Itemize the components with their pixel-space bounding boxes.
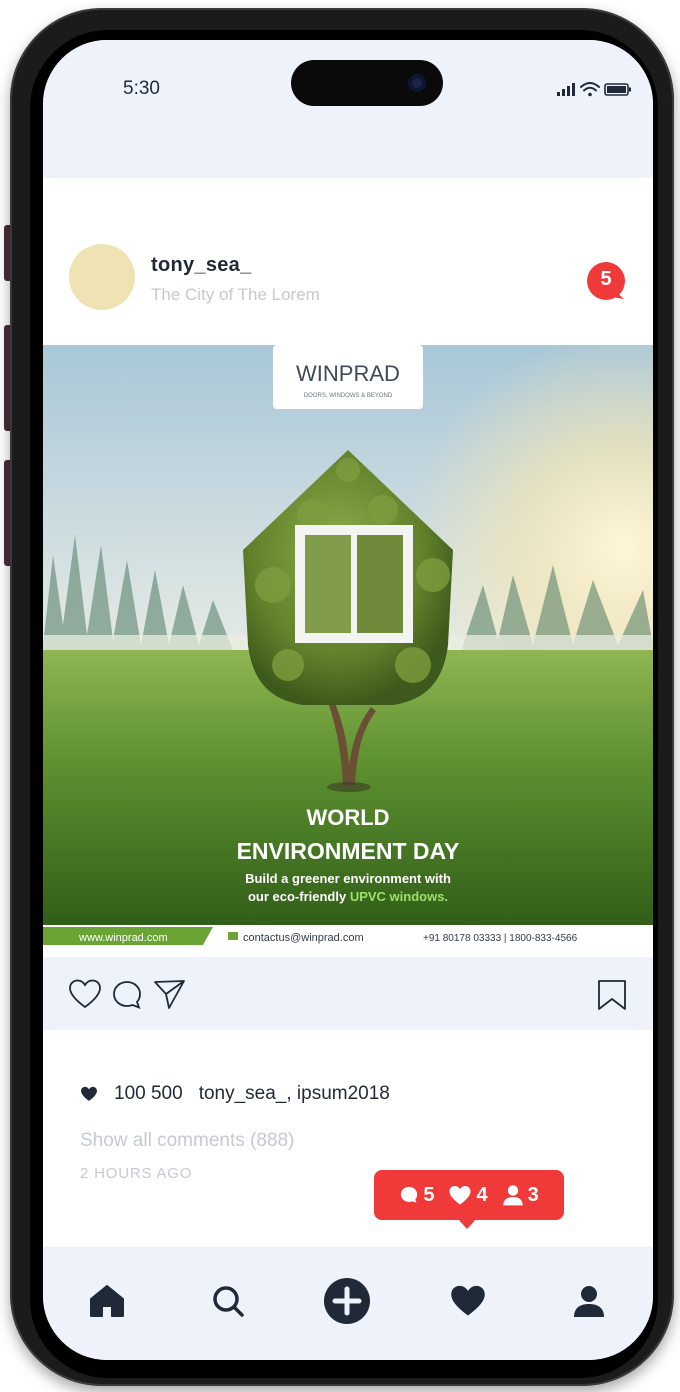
window-graphic <box>295 525 413 643</box>
status-bar: 5:30 <box>43 40 653 180</box>
heart-icon <box>449 1185 471 1205</box>
likes-row: 100 500 tony_sea_, ipsum2018 <box>80 1083 390 1105</box>
notif-likes-count: 4 <box>476 1183 488 1206</box>
heart-icon <box>451 1285 485 1316</box>
tab-profile[interactable] <box>565 1277 613 1325</box>
headline-line2: ENVIRONMENT DAY <box>237 838 460 864</box>
post-header: tony_sea_ The City of The Lorem <box>43 178 653 348</box>
tab-activity[interactable] <box>444 1277 492 1325</box>
wifi-icon <box>580 82 600 97</box>
post-actions <box>43 957 653 1031</box>
brand-logo: WINPRAD DOORS, WINDOWS & BEYOND <box>273 345 423 409</box>
message-badge-count: 5 <box>600 268 612 290</box>
home-icon <box>90 1285 124 1317</box>
svg-text:DOORS, WINDOWS & BEYOND: DOORS, WINDOWS & BEYOND <box>304 393 393 399</box>
status-time: 5:30 <box>123 78 160 99</box>
message-badge[interactable]: 5 <box>586 262 626 300</box>
website-text: www.winprad.com <box>78 932 168 944</box>
signal-icon <box>557 83 575 96</box>
likes-count[interactable]: 100 500 <box>114 1083 183 1105</box>
liked-by[interactable]: tony_sea_, ipsum2018 <box>199 1083 390 1105</box>
post-location[interactable]: The City of The Lorem <box>151 285 320 305</box>
notif-comments: 5 <box>399 1184 434 1207</box>
comment-icon[interactable] <box>111 979 143 1011</box>
notif-followers-count: 3 <box>527 1183 539 1206</box>
camera-icon <box>408 74 426 92</box>
dynamic-island <box>291 60 443 106</box>
share-icon[interactable] <box>153 978 187 1010</box>
tab-create[interactable] <box>323 1277 371 1325</box>
email-text: contactus@winprad.com <box>243 932 364 944</box>
tab-search[interactable] <box>204 1277 252 1325</box>
heart-icon <box>81 1086 97 1101</box>
notification-pointer <box>458 1219 476 1229</box>
notif-comments-count: 5 <box>423 1183 435 1206</box>
notif-likes: 4 <box>448 1183 488 1207</box>
notif-followers: 3 <box>502 1184 539 1207</box>
email-icon <box>228 932 238 940</box>
headline-line1: WORLD <box>306 805 389 830</box>
post-time: 2 HOURS AGO <box>80 1165 193 1182</box>
comment-icon <box>401 1186 418 1203</box>
activity-notification[interactable]: 5 4 3 <box>374 1170 564 1229</box>
status-icons <box>555 80 635 100</box>
add-icon <box>324 1278 370 1324</box>
svg-text:WINPRAD: WINPRAD <box>296 361 400 386</box>
bottom-tab-bar <box>43 1247 653 1360</box>
show-all-comments-link[interactable]: Show all comments (888) <box>80 1130 294 1152</box>
bookmark-icon[interactable] <box>597 979 627 1011</box>
tab-home[interactable] <box>83 1277 131 1325</box>
post-username[interactable]: tony_sea_ <box>151 254 252 277</box>
phone-text: +91 80178 03333 | 1800-833-4566 <box>423 933 578 944</box>
phone-screen: 5:30 tony_sea_ The City of The Lorem 5 W… <box>43 40 653 1360</box>
profile-icon <box>502 1185 523 1206</box>
search-icon <box>213 1286 244 1317</box>
avatar[interactable] <box>69 244 135 310</box>
subline2: our eco-friendly UPVC windows. <box>248 889 448 904</box>
profile-icon <box>574 1286 604 1317</box>
battery-icon <box>604 83 631 96</box>
heart-outline-icon[interactable] <box>68 979 102 1009</box>
subline1: Build a greener environment with <box>245 871 451 886</box>
post-image[interactable]: WINPRAD DOORS, WINDOWS & BEYOND WORLD EN… <box>43 345 653 957</box>
